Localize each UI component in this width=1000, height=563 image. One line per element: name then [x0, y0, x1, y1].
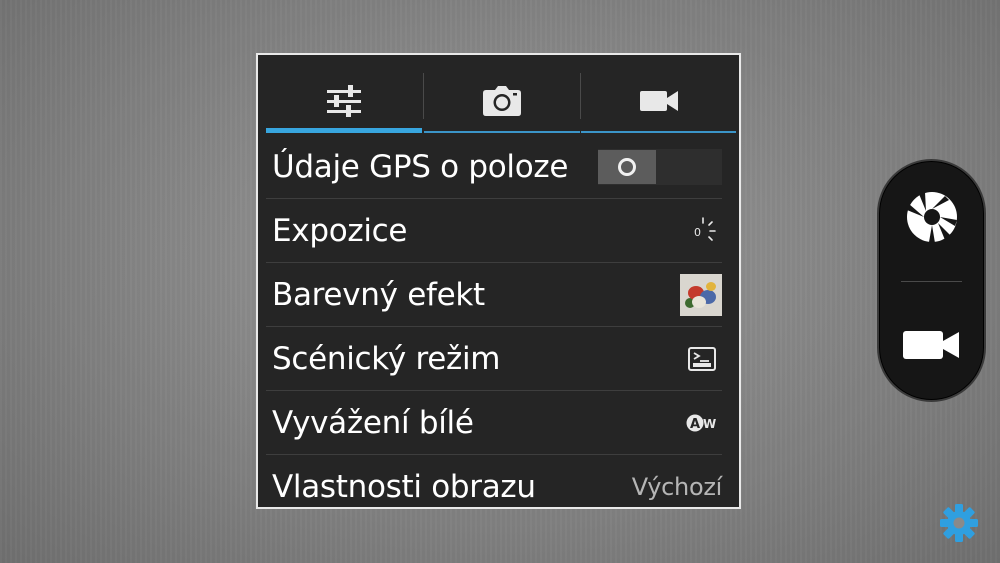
tab-underline: [266, 128, 422, 133]
setting-label: Vyvážení bílé: [272, 404, 474, 441]
camera-icon: [483, 86, 521, 116]
capture-mode-switcher: [877, 159, 986, 402]
shutter-button[interactable]: [879, 167, 984, 267]
setting-white-balance[interactable]: Vyvážení bílé A W: [266, 391, 722, 455]
awb-letter: A: [690, 417, 700, 432]
setting-label: Údaje GPS o poloze: [272, 148, 569, 185]
tab-underline: [424, 131, 580, 133]
tab-underline: [581, 131, 736, 133]
tab-video-settings[interactable]: [581, 69, 736, 133]
awb-suffix: W: [703, 417, 716, 431]
settings-button[interactable]: [938, 502, 980, 544]
pill-divider: [901, 281, 962, 282]
tab-photo-settings[interactable]: [424, 69, 580, 133]
shutter-icon: [906, 192, 957, 243]
setting-indicator: A W: [686, 391, 722, 454]
setting-color-effect[interactable]: Barevný efekt: [266, 263, 722, 327]
settings-list: Údaje GPS o poloze Expozice 0 Barevný ef…: [266, 135, 722, 518]
setting-indicator: [680, 263, 722, 326]
setting-picture-properties[interactable]: Vlastnosti obrazu Výchozí: [266, 455, 722, 518]
setting-label: Scénický režim: [272, 340, 501, 377]
scene-mode-icon: [688, 346, 716, 371]
setting-label: Expozice: [272, 212, 408, 249]
gear-icon: [940, 504, 978, 542]
exposure-value: 0: [694, 226, 701, 239]
setting-label: Barevný efekt: [272, 276, 485, 313]
setting-indicator: Výchozí: [631, 455, 723, 518]
setting-scene-mode[interactable]: Scénický režim: [266, 327, 722, 391]
settings-tab-bar: [266, 69, 736, 133]
video-mode-button[interactable]: [879, 295, 984, 395]
setting-label: Vlastnosti obrazu: [272, 468, 536, 505]
sliders-icon: [327, 85, 361, 117]
video-camera-icon: [902, 331, 959, 359]
exposure-icon: 0: [694, 216, 716, 241]
setting-indicator: [598, 135, 722, 198]
video-camera-icon: [639, 91, 678, 111]
auto-white-balance-icon: A W: [686, 414, 716, 432]
setting-indicator: [688, 327, 722, 390]
camera-settings-panel: Údaje GPS o poloze Expozice 0 Barevný ef…: [256, 53, 741, 509]
tab-general-settings[interactable]: [266, 69, 422, 133]
color-effect-thumbnail: [680, 273, 722, 316]
setting-value: Výchozí: [631, 472, 723, 501]
toggle-thumb[interactable]: [598, 149, 656, 184]
gps-toggle[interactable]: [598, 148, 722, 185]
setting-exposure[interactable]: Expozice 0: [266, 199, 722, 263]
setting-gps-location[interactable]: Údaje GPS o poloze: [266, 135, 722, 199]
setting-indicator: 0: [688, 199, 722, 262]
